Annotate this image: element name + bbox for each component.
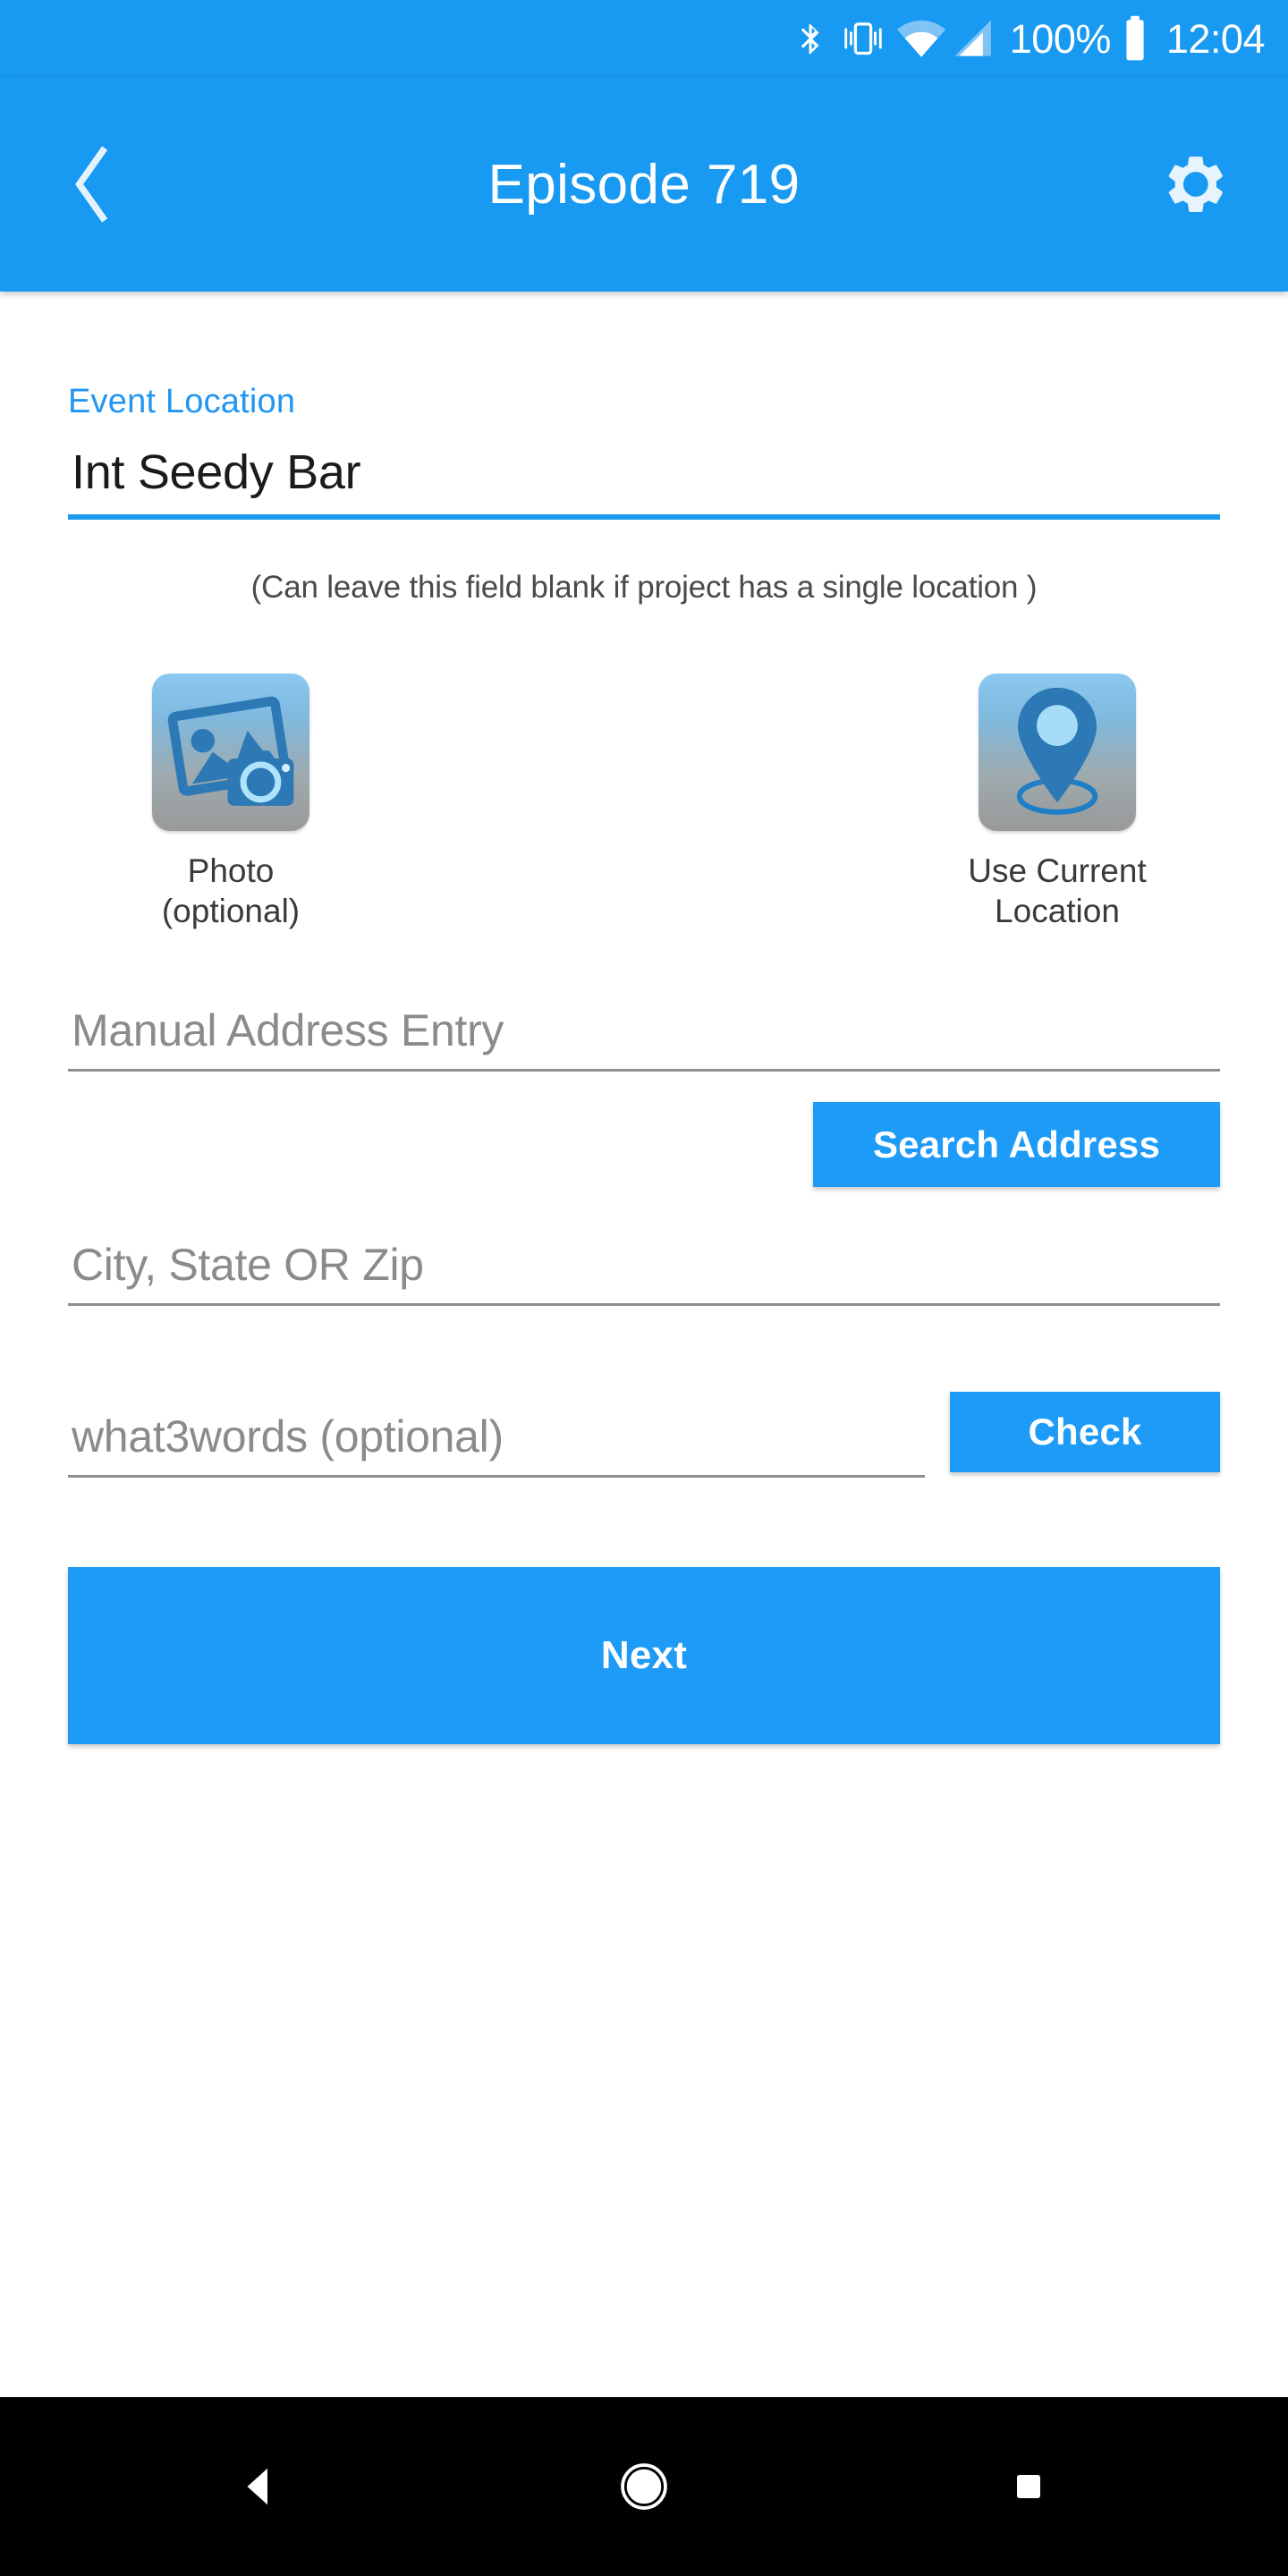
event-location-underline [68, 514, 1220, 520]
location-caption-line1: Use Current [968, 852, 1147, 889]
action-icon-row: Photo (optional) Use Current Location [68, 674, 1220, 931]
app-bar: Episode 719 [0, 77, 1288, 292]
photo-caption: Photo (optional) [162, 851, 300, 931]
next-row: Next [68, 1567, 1220, 1745]
event-location-input[interactable] [68, 445, 1220, 514]
vibrate-icon [835, 15, 892, 62]
wifi-icon [894, 15, 949, 62]
nav-back-button[interactable] [152, 2397, 367, 2576]
app-screen: 100% 12:04 Episode 719 Event Location In… [0, 0, 1288, 2576]
photo-tile[interactable] [152, 674, 309, 831]
nav-home-circle-icon [621, 2463, 667, 2510]
city-state-zip-input[interactable] [68, 1239, 1220, 1304]
event-location-field[interactable] [68, 445, 1220, 520]
nav-home-button[interactable] [537, 2397, 751, 2576]
cell-signal-icon [947, 15, 999, 62]
form-content: Event Location (Can leave this field bla… [0, 292, 1288, 2397]
check-button[interactable]: Check [950, 1392, 1220, 1473]
what3words-field[interactable] [68, 1411, 925, 1479]
event-location-label: Event Location [68, 383, 296, 420]
nav-recents-button[interactable] [921, 2397, 1136, 2576]
what3words-row: Check [68, 1392, 1220, 1479]
photo-caption-line1: Photo [187, 852, 275, 889]
spacer-above-city [68, 1187, 1220, 1239]
manual-address-underline [68, 1069, 1220, 1072]
manual-address-field[interactable] [68, 1004, 1220, 1072]
what3words-underline [68, 1475, 925, 1479]
battery-icon [1116, 15, 1154, 62]
nav-back-triangle-icon [247, 2468, 267, 2505]
event-location-hint: (Can leave this field blank if project h… [250, 570, 1038, 605]
what3words-input[interactable] [68, 1411, 925, 1476]
status-clock: 12:04 [1165, 15, 1266, 62]
location-caption-line2: Location [995, 893, 1120, 930]
photo-caption-line2: (optional) [161, 893, 301, 930]
city-state-zip-underline [68, 1303, 1220, 1307]
battery-percent-label: 100% [1009, 15, 1112, 62]
city-state-zip-field[interactable] [68, 1239, 1220, 1307]
page-title: Episode 719 [487, 153, 801, 216]
android-nav-bar [0, 2397, 1288, 2576]
address-form: Search Address Check Next [68, 1004, 1220, 1745]
next-button[interactable]: Next [68, 1567, 1220, 1745]
back-button[interactable] [57, 144, 129, 225]
nav-recents-square-icon [1017, 2475, 1040, 2498]
status-bar: 100% 12:04 [0, 0, 1288, 77]
photo-action[interactable]: Photo (optional) [88, 674, 374, 931]
location-caption: Use Current Location [968, 851, 1146, 931]
search-address-row: Search Address [68, 1102, 1220, 1188]
manual-address-input[interactable] [68, 1004, 1220, 1070]
search-address-button[interactable]: Search Address [813, 1102, 1220, 1188]
use-current-location-action[interactable]: Use Current Location [914, 674, 1200, 931]
settings-button[interactable] [1156, 144, 1236, 225]
location-tile[interactable] [979, 674, 1136, 831]
bluetooth-icon [790, 15, 831, 62]
spacer-above-what3words [68, 1306, 1220, 1392]
